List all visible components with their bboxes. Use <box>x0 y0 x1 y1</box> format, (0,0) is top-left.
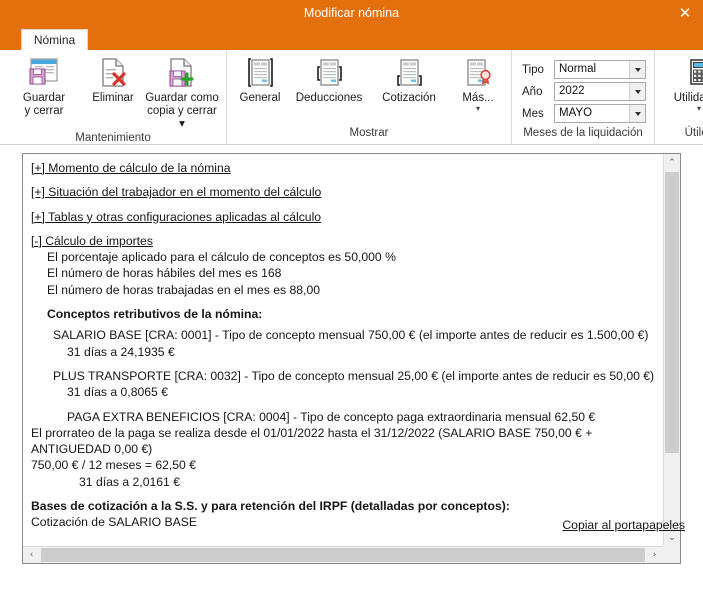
cotizacion-button[interactable]: Cotización <box>369 54 449 105</box>
heading-conceptos-retributivos: Conceptos retributivos de la nómina: <box>47 307 263 322</box>
tab-nomina[interactable]: Nómina <box>21 29 88 50</box>
line-porcentaje: El porcentaje aplicado para el cálculo d… <box>47 250 396 265</box>
horizontal-scroll-thumb[interactable] <box>41 548 645 562</box>
mes-value: MAYO <box>559 107 593 119</box>
field-row-mes: Mes MAYO <box>522 104 646 123</box>
eliminar-button[interactable]: Eliminar <box>84 54 142 105</box>
line-division: 750,00 € / 12 meses = 62,50 € <box>31 458 196 473</box>
chevron-down-icon[interactable]: ▾ <box>697 105 701 113</box>
ribbon-group-title-utiles: Útiles <box>684 127 703 139</box>
ano-select[interactable]: 2022 <box>554 82 646 101</box>
delete-document-icon <box>98 56 128 90</box>
general-button[interactable]: General <box>231 54 289 105</box>
calculator-icon <box>684 56 703 90</box>
eliminar-label: Eliminar <box>92 92 134 104</box>
document-general-icon <box>245 56 275 90</box>
heading-bases-cotizacion: Bases de cotización a la S.S. y para ret… <box>31 499 510 514</box>
line-paga-extra-dias: 31 días a 2,0161 € <box>79 474 180 489</box>
content-area: [+] Momento de cálculo de la nómina [+] … <box>0 145 703 564</box>
ribbon-group-mantenimiento: Guardar y cerrar Eliminar Guardar como c… <box>0 50 226 144</box>
calculation-detail-panel: [+] Momento de cálculo de la nómina [+] … <box>22 153 681 564</box>
line-plus-transporte-dias: 31 días a 0,8065 € <box>67 385 168 400</box>
guardar-como-copia-y-cerrar-label: Guardar como copia y cerrar ▾ <box>145 92 219 130</box>
chevron-down-icon[interactable] <box>629 105 645 122</box>
line-prorrateo: El prorrateo de la paga se realiza desde… <box>31 425 593 457</box>
ribbon-group-title-meses-liquidacion: Meses de la liquidación <box>523 127 643 139</box>
mes-label: Mes <box>522 107 544 120</box>
cotizacion-label: Cotización <box>382 92 436 104</box>
field-row-ano: Año 2022 <box>522 82 646 101</box>
mas-button[interactable]: Más... ▾ <box>449 54 507 113</box>
footer-bar: Copiar al portapapeles <box>0 514 703 540</box>
scroll-up-icon[interactable]: ⌃ <box>664 154 680 171</box>
guardar-como-copia-y-cerrar-button[interactable]: Guardar como copia y cerrar ▾ <box>142 54 222 131</box>
ribbon-group-utiles: Utilidades ▾ Útiles <box>654 50 703 144</box>
calculation-detail-text: [+] Momento de cálculo de la nómina [+] … <box>31 160 662 545</box>
guardar-y-cerrar-button[interactable]: Guardar y cerrar <box>4 54 84 118</box>
save-window-icon <box>27 56 61 90</box>
document-award-icon <box>462 56 494 90</box>
line-horas-habiles: El número de horas hábiles del mes es 16… <box>47 266 282 281</box>
ribbon: Guardar y cerrar Eliminar Guardar como c… <box>0 50 703 145</box>
scroll-left-icon[interactable]: ‹ <box>23 547 40 563</box>
save-copy-icon <box>166 56 198 90</box>
deducciones-button[interactable]: Deducciones <box>289 54 369 105</box>
ribbon-group-mostrar: General Deducciones Cotización Más... ▾ … <box>226 50 511 144</box>
line-plus-transporte: PLUS TRANSPORTE [CRA: 0032] - Tipo de co… <box>53 368 655 383</box>
tipo-select[interactable]: Normal <box>554 60 646 79</box>
document-contribution-icon <box>394 56 424 90</box>
general-label: General <box>239 92 281 104</box>
document-deductions-icon <box>314 56 344 90</box>
field-row-tipo: Tipo Normal <box>522 60 646 79</box>
chevron-down-icon[interactable] <box>629 61 645 78</box>
section-link-momento-calculo[interactable]: [+] Momento de cálculo de la nómina <box>31 161 231 175</box>
mes-select[interactable]: MAYO <box>554 104 646 123</box>
chevron-down-icon[interactable] <box>629 83 645 100</box>
guardar-y-cerrar-label: Guardar y cerrar <box>22 92 66 117</box>
ribbon-group-meses-liquidacion: Tipo Normal Año 2022 Mes MAYO Meses de l… <box>511 50 654 144</box>
line-paga-extra: PAGA EXTRA BENEFICIOS [CRA: 0004] - Tipo… <box>67 409 596 424</box>
ribbon-group-title-mostrar: Mostrar <box>349 127 389 139</box>
chevron-down-icon[interactable]: ▾ <box>476 105 480 113</box>
window-title: Modificar nómina <box>303 6 400 20</box>
vertical-scroll-thumb[interactable] <box>665 172 679 453</box>
tab-strip: Nómina <box>0 26 703 50</box>
ano-label: Año <box>522 85 543 98</box>
horizontal-scrollbar[interactable]: ‹ › <box>23 546 663 563</box>
deducciones-label: Deducciones <box>295 92 363 104</box>
section-link-calculo-importes[interactable]: [-] Cálculo de importes <box>31 234 153 248</box>
scrollbar-corner <box>663 546 680 563</box>
line-salario-base-dias: 31 días a 24,1935 € <box>67 344 175 359</box>
vertical-scrollbar[interactable]: ⌃ ⌄ <box>663 154 680 546</box>
tipo-label: Tipo <box>522 63 544 76</box>
title-bar: Modificar nómina ✕ <box>0 0 703 26</box>
copiar-al-portapapeles-link[interactable]: Copiar al portapapeles <box>562 514 685 536</box>
tipo-value: Normal <box>559 63 597 75</box>
utilidades-button[interactable]: Utilidades ▾ <box>659 54 703 113</box>
close-icon[interactable]: ✕ <box>671 0 699 26</box>
section-link-situacion-trabajador[interactable]: [+] Situación del trabajador en el momen… <box>31 185 321 199</box>
scroll-right-icon[interactable]: › <box>646 547 663 563</box>
line-horas-trabajadas: El número de horas trabajadas en el mes … <box>47 282 321 297</box>
ano-value: 2022 <box>559 85 585 97</box>
section-link-tablas-configuraciones[interactable]: [+] Tablas y otras configuraciones aplic… <box>31 210 321 224</box>
line-salario-base: SALARIO BASE [CRA: 0001] - Tipo de conce… <box>53 328 649 343</box>
